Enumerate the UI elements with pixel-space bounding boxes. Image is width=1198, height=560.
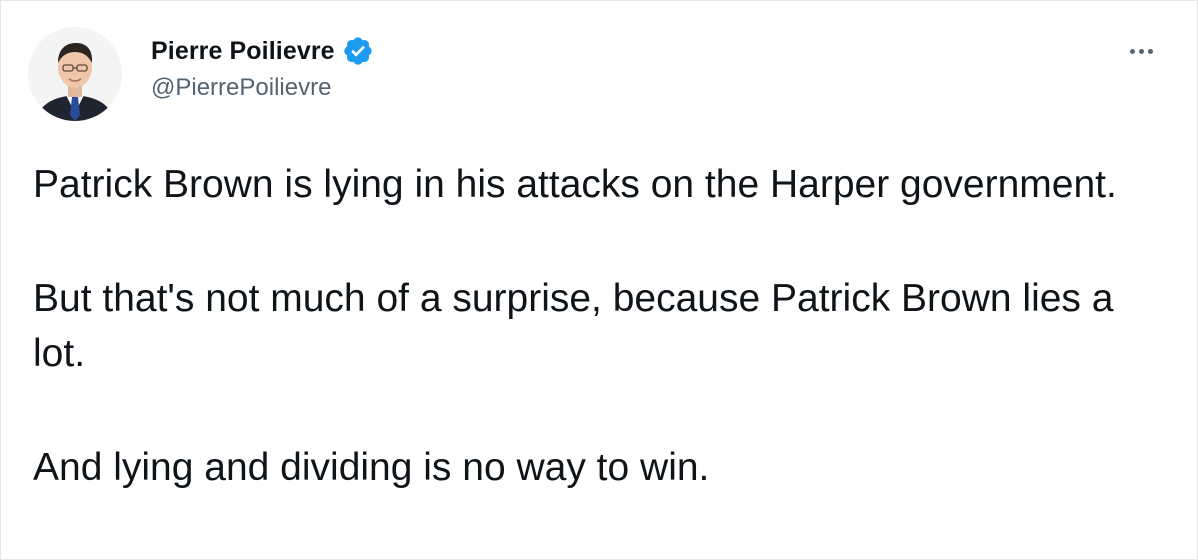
author-handle[interactable]: @PierrePoilievre [151,74,331,102]
more-options-icon-dot [1138,48,1144,54]
more-options-button[interactable] [1121,39,1161,63]
tweet-text: Patrick Brown is lying in his attacks on… [33,157,1133,495]
author-name-row: Pierre Poilievre [151,34,374,68]
tweet-paragraph: And lying and dividing is no way to win. [33,446,710,489]
tweet-card: Pierre Poilievre @PierrePoilievre Patric… [0,0,1198,560]
tweet-paragraph: But that's not much of a surprise, becau… [33,277,1114,375]
more-options-icon [1129,48,1135,54]
author-name[interactable]: Pierre Poilievre [151,37,335,66]
author-avatar[interactable] [28,27,122,121]
avatar-image [28,27,122,121]
more-options-icon-dot [1147,48,1153,54]
verified-badge-icon [342,35,374,67]
tweet-paragraph: Patrick Brown is lying in his attacks on… [33,163,1117,206]
